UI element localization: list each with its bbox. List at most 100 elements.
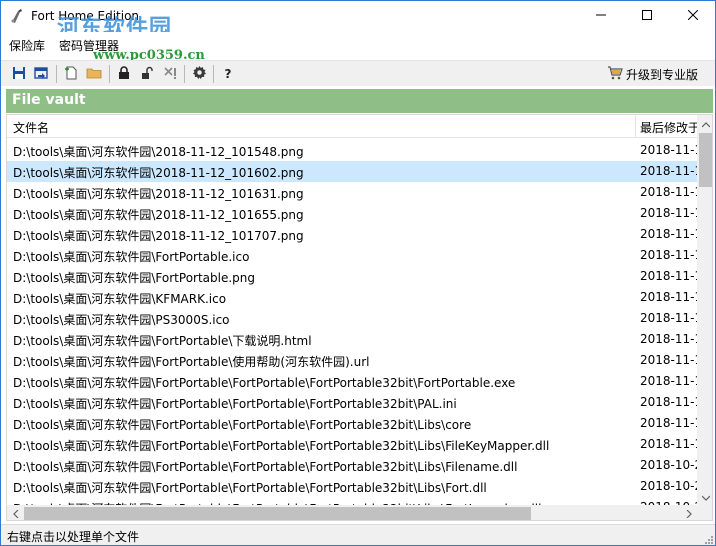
- gear-icon: [192, 65, 207, 83]
- export-icon: [34, 66, 48, 83]
- table-row[interactable]: D:\tools\桌面\河东软件园\FortPortable\FortPorta…: [7, 434, 697, 455]
- table-row[interactable]: D:\tools\桌面\河东软件园\FortPortable\使用帮助(河东软件…: [7, 350, 697, 371]
- scroll-corner: [697, 505, 712, 520]
- app-icon: [9, 8, 25, 24]
- lock-button[interactable]: [115, 65, 133, 83]
- file-name-cell: D:\tools\桌面\河东软件园\FortPortable\FortPorta…: [13, 460, 518, 474]
- file-name-cell: D:\tools\桌面\河东软件园\FortPortable\FortPorta…: [13, 397, 457, 411]
- folder-icon: [86, 66, 102, 83]
- modified-date-cell: 2018-11-1: [640, 374, 697, 388]
- modified-date-cell: 2018-10-2: [640, 479, 697, 493]
- modified-date-cell: 2018-11-1: [640, 164, 697, 178]
- column-header-modified[interactable]: 最后修改于: [640, 119, 700, 136]
- close-button[interactable]: [670, 1, 715, 31]
- maximize-icon: [642, 9, 652, 23]
- modified-date-cell: 2018-11-1: [640, 395, 697, 409]
- cart-icon: [607, 65, 623, 83]
- horizontal-scroll-thumb[interactable]: [24, 507, 531, 520]
- chevron-right-icon: [686, 507, 692, 521]
- add-folder-button[interactable]: [85, 65, 103, 83]
- lock-icon: [118, 65, 130, 83]
- file-name-cell: D:\tools\桌面\河东软件园\FortPortable.ico: [13, 250, 250, 264]
- table-row[interactable]: D:\tools\桌面\河东软件园\2018-11-12_101655.png 2…: [7, 203, 697, 224]
- column-header-filename[interactable]: 文件名: [13, 119, 49, 136]
- modified-date-cell: 2018-11-1: [640, 143, 697, 157]
- table-row[interactable]: D:\tools\桌面\河东软件园\2018-11-12_101631.png 2…: [7, 182, 697, 203]
- toolbar-separator: [184, 65, 185, 83]
- remove-button[interactable]: [161, 65, 179, 83]
- new-file-icon: [64, 66, 78, 83]
- unlock-button[interactable]: [138, 65, 156, 83]
- table-row[interactable]: D:\tools\桌面\河东软件园\FortPortable\FortPorta…: [7, 413, 697, 434]
- toolbar: ? 升级到专业版: [1, 60, 715, 86]
- vault-title: File vault: [6, 89, 713, 113]
- table-row[interactable]: D:\tools\桌面\河东软件园\FortPortable\FortPorta…: [7, 455, 697, 476]
- title-bar[interactable]: Fort Home Edition 河东软件园: [1, 1, 715, 41]
- table-row[interactable]: D:\tools\桌面\河东软件园\2018-11-12_101707.png 2…: [7, 224, 697, 245]
- toolbar-separator: [213, 65, 214, 83]
- table-row[interactable]: D:\tools\桌面\河东软件园\FortPortable\FortPorta…: [7, 476, 697, 497]
- file-name-cell: D:\tools\桌面\河东软件园\FortPortable\使用帮助(河东软件…: [13, 355, 370, 369]
- chevron-left-icon: [12, 507, 19, 521]
- modified-date-cell: 2018-11-1: [640, 269, 697, 283]
- file-name-cell: D:\tools\桌面\河东软件园\2018-11-12_101631.png: [13, 187, 304, 201]
- table-row[interactable]: D:\tools\桌面\河东软件园\FortPortable.ico 2018-1…: [7, 245, 697, 266]
- file-name-cell: D:\tools\桌面\河东软件园\FortPortable\FortPorta…: [13, 439, 550, 453]
- minimize-button[interactable]: [578, 1, 624, 31]
- toolbar-separator: [56, 65, 57, 83]
- table-row[interactable]: D:\tools\桌面\河东软件园\2018-11-12_101602.png 2…: [7, 161, 697, 182]
- status-text: 右键点击以处理单个文件: [7, 530, 140, 544]
- file-name-cell: D:\tools\桌面\河东软件园\FortPortable\下载说明.html: [13, 334, 312, 348]
- scroll-down-button[interactable]: [697, 488, 712, 505]
- vertical-scroll-thumb[interactable]: [699, 133, 712, 187]
- export-button[interactable]: [32, 65, 50, 83]
- modified-date-cell: 2018-11-1: [640, 227, 697, 241]
- modified-date-cell: 2018-11-1: [640, 416, 697, 430]
- scroll-up-button[interactable]: [697, 115, 712, 132]
- remove-icon: [163, 66, 177, 83]
- add-file-button[interactable]: [62, 65, 80, 83]
- chevron-up-icon: [701, 117, 710, 131]
- save-button[interactable]: [10, 65, 28, 83]
- unlock-icon: [141, 66, 153, 83]
- table-row[interactable]: D:\tools\桌面\河东软件园\FortPortable\下载说明.html…: [7, 329, 697, 350]
- table-row[interactable]: D:\tools\桌面\河东软件园\2018-11-12_101548.png 2…: [7, 140, 697, 161]
- status-bar: 右键点击以处理单个文件: [1, 524, 715, 545]
- table-row[interactable]: D:\tools\桌面\河东软件园\FortPortable.png 2018-1…: [7, 266, 697, 287]
- menu-vault[interactable]: 保险库: [9, 37, 45, 54]
- table-row[interactable]: D:\tools\桌面\河东软件园\FortPortable\FortPorta…: [7, 392, 697, 413]
- file-rows: D:\tools\桌面\河东软件园\2018-11-12_101548.png 2…: [7, 140, 697, 507]
- file-list[interactable]: 文件名 最后修改于 D:\tools\桌面\河东软件园\2018-11-12_1…: [6, 114, 713, 521]
- modified-date-cell: 2018-11-1: [640, 311, 697, 325]
- file-name-cell: D:\tools\桌面\河东软件园\KFMARK.ico: [13, 292, 227, 306]
- maximize-button[interactable]: [624, 1, 670, 31]
- upgrade-button[interactable]: 升级到专业版: [607, 63, 698, 85]
- scroll-right-button[interactable]: [680, 505, 697, 521]
- modified-date-cell: 2018-11-1: [640, 290, 697, 304]
- horizontal-scrollbar[interactable]: [7, 505, 697, 521]
- app-window: Fort Home Edition 河东软件园 保险库 密码管理器 www.pc…: [0, 0, 716, 546]
- table-row[interactable]: D:\tools\桌面\河东软件园\KFMARK.ico 2018-11-1: [7, 287, 697, 308]
- modified-date-cell: 2018-11-1: [640, 332, 697, 346]
- modified-date-cell: 2018-11-1: [640, 206, 697, 220]
- file-name-cell: D:\tools\桌面\河东软件园\FortPortable\FortPorta…: [13, 376, 516, 390]
- file-name-cell: D:\tools\桌面\河东软件园\2018-11-12_101707.png: [13, 229, 304, 243]
- help-button[interactable]: ?: [219, 65, 237, 83]
- table-row[interactable]: D:\tools\桌面\河东软件园\PS3000S.ico 2018-11-1: [7, 308, 697, 329]
- settings-button[interactable]: [190, 65, 208, 83]
- column-divider[interactable]: [635, 115, 636, 138]
- vertical-scrollbar[interactable]: [697, 115, 712, 505]
- file-name-cell: D:\tools\桌面\河东软件园\FortPortable\FortPorta…: [13, 481, 487, 495]
- scroll-left-button[interactable]: [7, 505, 24, 521]
- modified-date-cell: 2018-11-1: [640, 185, 697, 199]
- file-name-cell: D:\tools\桌面\河东软件园\2018-11-12_101655.png: [13, 208, 304, 222]
- file-name-cell: D:\tools\桌面\河东软件园\PS3000S.ico: [13, 313, 230, 327]
- close-icon: [687, 9, 699, 23]
- resize-grip-icon[interactable]: [703, 533, 713, 544]
- table-row[interactable]: D:\tools\桌面\河东软件园\FortPortable\FortPorta…: [7, 371, 697, 392]
- modified-date-cell: 2018-11-1: [640, 437, 697, 451]
- save-icon: [12, 66, 26, 83]
- file-name-cell: D:\tools\桌面\河东软件园\2018-11-12_101548.png: [13, 145, 304, 159]
- file-name-cell: D:\tools\桌面\河东软件园\FortPortable\FortPorta…: [13, 418, 472, 432]
- modified-date-cell: 2018-11-1: [640, 248, 697, 262]
